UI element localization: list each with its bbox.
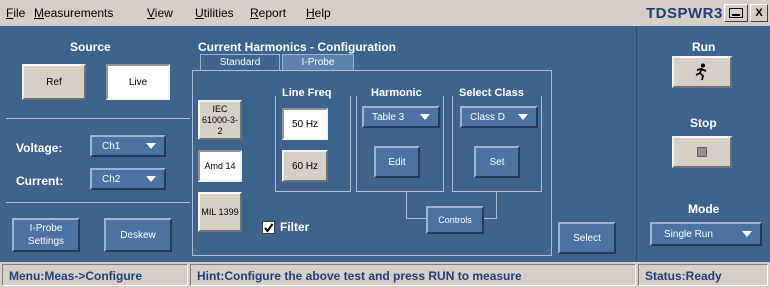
menu-measurements[interactable]: Measurements [34, 6, 113, 20]
chevron-down-icon [420, 114, 430, 120]
menu-bar: File Measurements View Utilities Report … [0, 0, 770, 26]
run-panel-divider [636, 26, 637, 262]
chevron-down-icon [146, 143, 156, 149]
stop-title: Stop [690, 116, 717, 130]
standard-iec-button[interactable]: IEC 61000-3-2 [198, 100, 242, 140]
run-button[interactable] [672, 56, 732, 88]
standard-amd14-button[interactable]: Amd 14 [198, 150, 242, 182]
chevron-down-icon [518, 114, 528, 120]
connector-line-right [496, 192, 497, 218]
chevron-down-icon [742, 231, 752, 237]
status-bar: Menu:Meas->Configure Hint:Configure the … [0, 262, 770, 288]
main-panel: Source Ref Live Voltage: Ch1 Current: Ch… [0, 26, 770, 262]
source-divider [6, 118, 190, 119]
harmonic-value: Table 3 [372, 111, 405, 123]
line-freq-title: Line Freq [282, 87, 332, 99]
voltage-dropdown[interactable]: Ch1 [90, 135, 166, 157]
class-dropdown[interactable]: Class D [460, 106, 538, 128]
tab-standard[interactable]: Standard [200, 54, 280, 70]
tab-iprobe[interactable]: I-Probe [282, 54, 354, 70]
freq-60hz-button[interactable]: 60 Hz [282, 150, 328, 182]
iprobe-settings-button[interactable]: I-Probe Settings [12, 218, 80, 252]
menu-utilities[interactable]: Utilities [195, 6, 234, 20]
running-man-icon [695, 63, 707, 81]
source-divider-2 [6, 202, 190, 203]
ref-button[interactable]: Ref [22, 64, 86, 100]
menu-help[interactable]: Help [306, 6, 331, 20]
mode-dropdown[interactable]: Single Run [650, 222, 762, 246]
voltage-value: Ch1 [102, 140, 121, 152]
deskew-button[interactable]: Deskew [104, 218, 172, 252]
connector-line-bottom-right [484, 218, 497, 219]
freq-50hz-button[interactable]: 50 Hz [282, 108, 328, 140]
status-hint: Hint:Configure the above test and press … [190, 264, 636, 286]
harmonic-edit-button[interactable]: Edit [374, 146, 420, 178]
current-label: Current: [16, 174, 64, 188]
class-set-button[interactable]: Set [474, 146, 520, 178]
close-button[interactable]: X [750, 4, 768, 22]
chevron-down-icon [146, 176, 156, 182]
current-value: Ch2 [102, 173, 121, 185]
app-title: TDSPWR3 [646, 5, 723, 22]
menu-view[interactable]: View [147, 6, 173, 20]
harmonic-dropdown[interactable]: Table 3 [362, 106, 440, 128]
stop-button[interactable] [672, 136, 732, 168]
harmonic-title: Harmonic [371, 87, 422, 99]
current-dropdown[interactable]: Ch2 [90, 168, 166, 190]
minimize-icon [729, 8, 743, 18]
mode-title: Mode [688, 202, 720, 216]
class-value: Class D [470, 111, 506, 123]
menu-file[interactable]: File [6, 6, 25, 20]
voltage-label: Voltage: [16, 141, 63, 155]
connector-line-bottom-left [406, 218, 426, 219]
minimize-button[interactable] [724, 4, 748, 22]
stop-square-icon [697, 147, 707, 157]
source-title: Source [70, 40, 111, 54]
run-title: Run [692, 40, 716, 54]
controls-button[interactable]: Controls [426, 206, 484, 234]
mode-value: Single Run [664, 228, 713, 240]
filter-label: Filter [280, 220, 310, 234]
config-title: Current Harmonics - Configuration [198, 40, 397, 54]
status-state: Status:Ready [638, 264, 768, 286]
live-button[interactable]: Live [106, 64, 170, 100]
checkmark-icon [264, 223, 274, 233]
status-menu-path: Menu:Meas->Configure [2, 264, 188, 286]
select-button[interactable]: Select [558, 222, 616, 254]
select-class-title: Select Class [459, 87, 524, 99]
menu-report[interactable]: Report [250, 6, 286, 20]
filter-checkbox[interactable] [262, 221, 275, 234]
connector-line-left [406, 192, 407, 218]
standard-mil-button[interactable]: MIL 1399 [198, 192, 242, 232]
